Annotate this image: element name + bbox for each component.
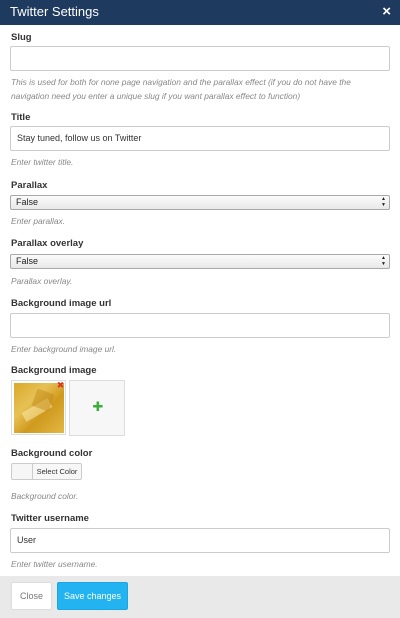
background-image-url-label: Background image url <box>11 298 112 309</box>
select-arrows-icon: ▲ ▼ <box>381 196 386 208</box>
remove-image-icon[interactable]: ✖ <box>56 381 65 390</box>
parallax-overlay-help: Parallax overlay. <box>11 276 73 286</box>
title-label: Title <box>11 112 31 123</box>
close-button[interactable]: Close <box>11 582 52 610</box>
color-swatch[interactable] <box>11 463 32 480</box>
dialog-header: Twitter Settings × <box>0 0 400 25</box>
parallax-overlay-select[interactable]: False ▲ ▼ <box>10 254 390 269</box>
parallax-help: Enter parallax. <box>11 216 65 226</box>
background-image-label: Background image <box>11 365 97 376</box>
slug-help: This is used for both for none page navi… <box>11 77 351 101</box>
background-image-url-help: Enter background image url. <box>11 344 117 354</box>
close-icon[interactable]: × <box>382 3 391 21</box>
parallax-label: Parallax <box>11 180 48 191</box>
background-image-thumbnail[interactable]: ✖ <box>11 380 66 435</box>
title-help: Enter twitter title. <box>11 157 74 167</box>
parallax-overlay-label: Parallax overlay <box>11 238 84 249</box>
dialog-title: Twitter Settings <box>10 4 99 19</box>
save-changes-button[interactable]: Save changes <box>57 582 128 610</box>
add-image-button[interactable]: ✚ <box>69 380 125 436</box>
background-image-preview <box>14 383 64 433</box>
parallax-overlay-select-value: False <box>16 256 39 266</box>
twitter-username-help: Enter twitter username. <box>11 559 98 569</box>
plus-icon: ✚ <box>92 399 104 414</box>
select-arrows-icon: ▲ ▼ <box>381 255 386 267</box>
parallax-select-value: False <box>16 197 39 207</box>
slug-label: Slug <box>11 32 32 43</box>
background-image-url-input[interactable] <box>10 313 390 338</box>
slug-input[interactable] <box>10 46 390 71</box>
background-color-help: Background color. <box>11 491 79 501</box>
parallax-select[interactable]: False ▲ ▼ <box>10 195 390 210</box>
background-color-label: Background color <box>11 448 93 459</box>
title-input[interactable]: Stay tuned, follow us on Twitter <box>10 126 390 151</box>
twitter-username-input[interactable]: User <box>10 528 390 553</box>
twitter-username-label: Twitter username <box>11 513 89 524</box>
select-color-button[interactable]: Select Color <box>32 463 82 480</box>
